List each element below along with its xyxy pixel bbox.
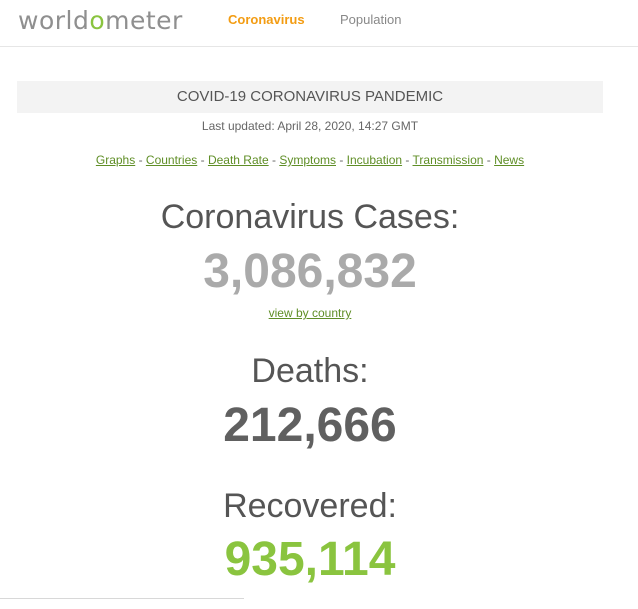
- link-separator: -: [402, 153, 413, 167]
- logo-text-o: o: [89, 6, 106, 35]
- recovered-label: Recovered:: [223, 487, 397, 525]
- link-transmission[interactable]: Transmission: [413, 153, 484, 167]
- link-news[interactable]: News: [494, 153, 524, 167]
- cases-count: 3,086,832: [203, 245, 417, 298]
- page: worldometer Coronavirus Population COVID…: [0, 0, 638, 609]
- link-incubation[interactable]: Incubation: [347, 153, 402, 167]
- logo-text-world: world: [18, 6, 90, 35]
- recovered-count: 935,114: [224, 533, 396, 586]
- link-countries[interactable]: Countries: [146, 153, 197, 167]
- link-separator: -: [336, 153, 347, 167]
- section-links: Graphs - Countries - Death Rate - Sympto…: [17, 153, 603, 167]
- link-separator: -: [268, 153, 280, 167]
- top-navbar: worldometer Coronavirus Population: [0, 0, 638, 47]
- deaths-count: 212,666: [223, 399, 397, 452]
- view-by-country-link[interactable]: view by country: [269, 306, 352, 320]
- link-symptoms[interactable]: Symptoms: [279, 153, 336, 167]
- link-death-rate[interactable]: Death Rate: [208, 153, 269, 167]
- bottom-divider: [0, 598, 244, 599]
- link-separator: -: [135, 153, 146, 167]
- link-graphs[interactable]: Graphs: [96, 153, 135, 167]
- view-by-country: view by country: [0, 306, 620, 320]
- page-title: COVID-19 CORONAVIRUS PANDEMIC: [17, 81, 603, 113]
- link-separator: -: [483, 153, 495, 167]
- last-updated: Last updated: April 28, 2020, 14:27 GMT: [201, 119, 419, 133]
- deaths-label: Deaths:: [251, 352, 369, 390]
- nav-coronavirus[interactable]: Coronavirus: [228, 12, 305, 27]
- cases-label: Coronavirus Cases:: [160, 198, 460, 236]
- worldometer-logo[interactable]: worldometer: [18, 4, 183, 38]
- nav-population[interactable]: Population: [340, 12, 401, 27]
- logo-text-meter: meter: [105, 6, 183, 35]
- link-separator: -: [197, 153, 208, 167]
